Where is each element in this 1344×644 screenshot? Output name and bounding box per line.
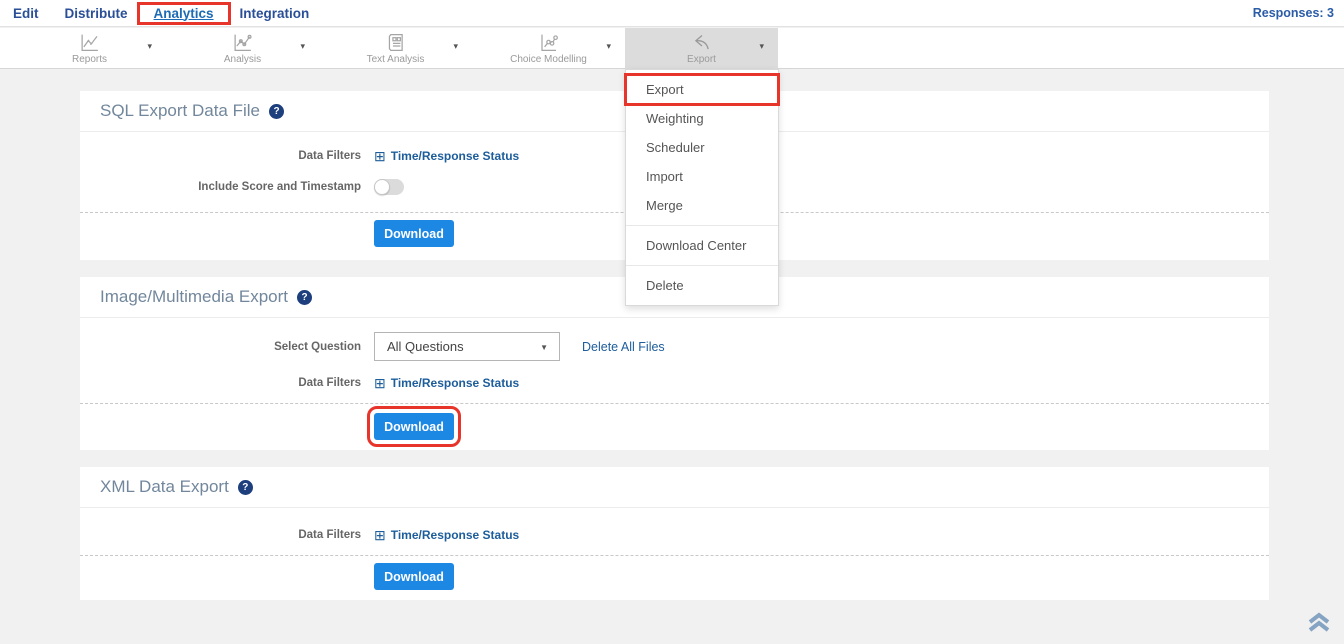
expand-plus-icon: ⊞ [374, 150, 386, 162]
data-filters-label: Data Filters [80, 150, 361, 162]
analytics-toolbar: Reports ▾ Analysis ▾ Text Analysis ▾ [0, 28, 1344, 69]
menu-divider [626, 225, 778, 226]
toolbar-item-label: Reports [72, 54, 107, 65]
menu-item-weighting[interactable]: Weighting [626, 104, 778, 133]
page-title: Image/Multimedia Export [100, 287, 288, 307]
toolbar-item-label: Export [687, 54, 716, 65]
delete-all-files-link[interactable]: Delete All Files [582, 340, 665, 354]
data-filters-row: Data Filters ⊞ Time/Response Status [80, 376, 1269, 390]
newspaper-icon [385, 32, 407, 53]
panel-header: XML Data Export ? [80, 467, 1269, 508]
menu-item-scheduler[interactable]: Scheduler [626, 133, 778, 162]
data-filters-label: Data Filters [80, 377, 361, 389]
toolbar-item-label: Choice Modelling [510, 54, 587, 65]
toolbar-item-reports[interactable]: Reports ▾ [13, 28, 166, 69]
menu-divider [626, 265, 778, 266]
help-icon[interactable]: ? [269, 104, 284, 119]
dashed-divider [80, 555, 1269, 556]
nav-tab-integration[interactable]: Integration [227, 6, 323, 21]
scroll-to-top-button[interactable] [1306, 612, 1332, 639]
time-response-status-link[interactable]: ⊞ Time/Response Status [374, 528, 519, 542]
select-question-row: Select Question All Questions ▼ Delete A… [80, 332, 1269, 361]
menu-item-merge[interactable]: Merge [626, 191, 778, 220]
panel-xml-export: XML Data Export ? Data Filters ⊞ Time/Re… [80, 467, 1269, 600]
chevron-down-icon[interactable]: ▾ [606, 41, 611, 52]
toggle-knob [374, 179, 390, 195]
line-chart-icon [79, 32, 101, 53]
expand-plus-icon: ⊞ [374, 377, 386, 389]
bubble-chart-icon [538, 32, 560, 53]
toolbar-item-export[interactable]: Export ▾ [625, 28, 778, 69]
expand-plus-icon: ⊞ [374, 529, 386, 541]
dashed-divider [80, 403, 1269, 404]
time-response-status-link[interactable]: ⊞ Time/Response Status [374, 149, 519, 163]
responses-count-link[interactable]: Responses: 3 [1253, 6, 1344, 20]
menu-item-delete[interactable]: Delete [626, 271, 778, 300]
time-response-status-link[interactable]: ⊞ Time/Response Status [374, 376, 519, 390]
toolbar-item-choice-modelling[interactable]: Choice Modelling ▾ [472, 28, 625, 69]
data-filters-row: Data Filters ⊞ Time/Response Status [80, 528, 1269, 542]
media-download-button[interactable]: Download [374, 413, 454, 440]
sql-download-button[interactable]: Download [374, 220, 454, 247]
menu-item-download-center[interactable]: Download Center [626, 231, 778, 260]
help-icon[interactable]: ? [238, 480, 253, 495]
menu-item-export[interactable]: Export [626, 75, 778, 104]
chevron-down-icon[interactable]: ▾ [453, 41, 458, 52]
nav-tab-distribute[interactable]: Distribute [52, 6, 141, 21]
menu-item-import[interactable]: Import [626, 162, 778, 191]
time-response-status-label: Time/Response Status [391, 376, 519, 390]
chevron-down-icon: ▼ [540, 343, 548, 352]
select-question-dropdown[interactable]: All Questions ▼ [374, 332, 560, 361]
time-response-status-label: Time/Response Status [391, 528, 519, 542]
double-chevron-up-icon [1306, 621, 1332, 638]
time-response-status-label: Time/Response Status [391, 149, 519, 163]
page-title: SQL Export Data File [100, 101, 260, 121]
chevron-down-icon[interactable]: ▾ [759, 41, 764, 52]
share-arrow-icon [690, 32, 714, 53]
help-icon[interactable]: ? [297, 290, 312, 305]
toolbar-item-text-analysis[interactable]: Text Analysis ▾ [319, 28, 472, 69]
include-score-toggle[interactable] [374, 179, 404, 195]
chevron-down-icon[interactable]: ▾ [147, 41, 152, 52]
toolbar-item-label: Text Analysis [367, 54, 425, 65]
toolbar-item-analysis[interactable]: Analysis ▾ [166, 28, 319, 69]
select-question-label: Select Question [80, 341, 361, 353]
top-nav-bar: Edit Distribute Analytics Integration Re… [0, 0, 1344, 27]
data-filters-label: Data Filters [80, 529, 361, 541]
nav-tab-analytics[interactable]: Analytics [141, 6, 227, 21]
page-title: XML Data Export [100, 477, 229, 497]
scatter-chart-icon [232, 32, 254, 53]
export-dropdown-menu: Export Weighting Scheduler Import Merge … [625, 69, 779, 306]
nav-tab-edit[interactable]: Edit [0, 6, 52, 21]
xml-download-button[interactable]: Download [374, 563, 454, 590]
toolbar-item-label: Analysis [224, 54, 261, 65]
chevron-down-icon[interactable]: ▾ [300, 41, 305, 52]
include-score-label: Include Score and Timestamp [80, 181, 361, 193]
select-question-value: All Questions [387, 339, 464, 354]
